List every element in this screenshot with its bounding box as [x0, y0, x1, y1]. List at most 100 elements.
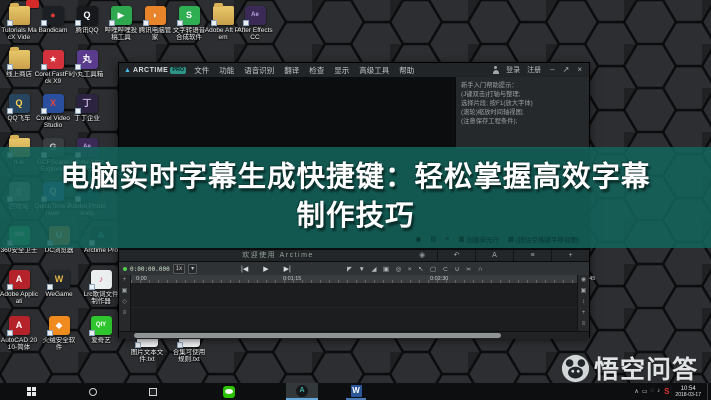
hint-item: ▦(按住空格键平移视图) — [508, 234, 579, 244]
word-icon: W — [351, 385, 362, 397]
brand-name: ARCTIME — [133, 67, 168, 74]
tool-icon[interactable]: × — [408, 266, 412, 273]
icon-glyph: ★ — [49, 55, 57, 64]
zoom-tool-icon[interactable]: ≡ — [582, 319, 586, 330]
scrollbar-thumb[interactable] — [134, 333, 501, 338]
menu-item-文件[interactable]: 文件 — [193, 65, 210, 76]
tool-icon[interactable]: ◎ — [396, 265, 402, 273]
speed-caret-icon[interactable]: ▾ — [188, 264, 197, 274]
menu-item-语音识别[interactable]: 语音识别 — [243, 65, 275, 76]
register-button[interactable]: 注册 — [527, 65, 541, 75]
desktop-icon[interactable]: AeAfter Effects CC — [236, 6, 274, 41]
desktop-icon[interactable]: ◆火绒安全软件 — [40, 316, 78, 351]
cortana-search-button[interactable] — [87, 383, 99, 400]
zoom-tool-icon[interactable]: ▣ — [581, 286, 587, 297]
menu-item-帮助[interactable]: 帮助 — [398, 65, 415, 76]
tray-icon[interactable]: ▭ — [642, 388, 648, 395]
word-taskbar-button[interactable]: W — [346, 383, 366, 400]
prev-frame-button[interactable]: |◀ — [241, 265, 248, 273]
timeline-ruler[interactable]: 0:000:01:150:02:300:03:45 — [131, 275, 577, 283]
timeline-tracks[interactable] — [131, 283, 577, 331]
ruler-label: 0:01:15 — [283, 275, 301, 283]
desktop-screen: Tutorials MacX Vide●BandicamQ腾讯QQ▶哔哩哔哩投稿… — [0, 0, 711, 400]
zoom-tool-icon[interactable]: + — [582, 308, 586, 319]
tool-icon[interactable]: ∪ — [455, 265, 460, 273]
maximize-button[interactable]: ↗ — [561, 66, 572, 74]
tool-icon[interactable]: ▼ — [359, 266, 365, 273]
pro-badge: PRO — [170, 67, 186, 74]
tool-icon[interactable]: ◢ — [371, 265, 376, 273]
desktop-icon[interactable]: 丸小丸工具箱 — [68, 50, 106, 78]
tray-icon[interactable]: ◌ — [651, 388, 655, 395]
desktop-icon[interactable]: QQQ飞车 — [0, 94, 38, 122]
desktop-icon[interactable]: XCorel VideoStudio — [34, 94, 72, 129]
icon-glyph: ◆ — [56, 321, 63, 330]
menu-item-翻译[interactable]: 翻译 — [283, 65, 300, 76]
app-icon: X — [43, 94, 64, 113]
desktop-icon[interactable]: ●Bandicam — [34, 6, 72, 34]
desktop-icon[interactable]: ♪Lrc歌词文件制作器 — [82, 270, 120, 305]
task-view-button[interactable] — [147, 383, 159, 400]
desktop-icon[interactable]: 线上商店 — [0, 50, 38, 78]
user-icon[interactable] — [492, 66, 499, 74]
arctime-taskbar-button[interactable]: A — [286, 383, 318, 400]
folder-icon — [213, 6, 234, 25]
wechat-taskbar-button[interactable] — [221, 383, 237, 400]
play-button[interactable]: ▶ — [263, 265, 268, 273]
zoom-tool-icon[interactable]: ↕ — [582, 297, 585, 308]
tool-icon[interactable]: ↖ — [418, 265, 423, 273]
right-tool-strip: ◉▣↕+≡ — [577, 275, 589, 331]
desktop-icon[interactable]: ★Corel FastFlick X9 — [34, 50, 72, 85]
minimize-button[interactable]: – — [548, 66, 556, 74]
close-button[interactable]: × — [575, 66, 584, 74]
tool-icon[interactable]: ∩ — [478, 266, 483, 273]
menu-item-功能[interactable]: 功能 — [218, 65, 235, 76]
tray-icon[interactable]: ∧ — [634, 388, 638, 395]
speed-select[interactable]: 1x — [173, 264, 185, 274]
desktop-icon[interactable]: Q腾讯QQ — [68, 6, 106, 34]
icon-glyph: 丸 — [82, 55, 91, 64]
tool-icon[interactable]: ▣ — [383, 265, 389, 273]
record-dot-icon — [123, 267, 127, 271]
menu-item-检查[interactable]: 检查 — [308, 65, 325, 76]
tool-icon[interactable]: ≍ — [466, 265, 471, 273]
app-icon: 丁 — [77, 94, 98, 113]
desktop-icon-label: 爱奇艺 — [82, 337, 120, 344]
desktop-icon[interactable]: AAdobe Applicati — [0, 270, 38, 305]
tray-clock[interactable]: 10:54 2018-03-17 — [673, 386, 703, 398]
track-tool-icon[interactable]: ◇ — [122, 297, 127, 308]
desktop-icon[interactable]: S文字转语音合成软件 — [170, 6, 208, 41]
track-tool-icon[interactable]: + — [123, 275, 127, 286]
desktop-icon[interactable]: Tutorials MacX Vide — [0, 6, 38, 41]
toolbar: 0:00:00.000 1x ▾ |◀▶▶| ◤▼◢▣◎×↖▢⊂∪≍∩ — [119, 261, 589, 275]
desktop-icon-label: 合集可使用规则.txt — [170, 349, 208, 363]
login-button[interactable]: 登录 — [506, 65, 520, 75]
tray-icon[interactable]: ♪ — [657, 388, 660, 395]
ime-icon[interactable]: S — [664, 387, 669, 396]
track-tool-icon[interactable]: ≡ — [123, 308, 127, 319]
tool-icon[interactable]: ▢ — [430, 265, 436, 273]
desktop-icon[interactable]: AAutoCAD 2010-简体 — [0, 316, 38, 351]
quickstart-line: (注意保存工程条件); — [461, 117, 584, 126]
show-desktop-button[interactable] — [707, 383, 711, 400]
icon-glyph: ● — [50, 11, 55, 20]
tool-icon[interactable]: ◤ — [347, 265, 352, 273]
menu-item-高级工具[interactable]: 高级工具 — [358, 65, 390, 76]
icon-glyph: W — [55, 275, 64, 284]
zoom-tool-icon[interactable]: ◉ — [581, 275, 586, 286]
start-button[interactable] — [24, 383, 38, 400]
desktop-icon[interactable]: 丁丁丁企业 — [68, 94, 106, 122]
desktop-icon[interactable]: QIY爱奇艺 — [82, 316, 120, 344]
icon-glyph: A — [16, 275, 23, 284]
app-icon: ◆ — [49, 316, 70, 335]
desktop-icon[interactable]: ◗腾讯电脑管家 — [136, 6, 174, 41]
horizontal-scrollbar[interactable] — [119, 331, 589, 339]
next-frame-button[interactable]: ▶| — [284, 265, 291, 273]
tool-icon[interactable]: ⊂ — [443, 265, 448, 273]
task-view-icon — [149, 388, 157, 396]
track-tool-icon[interactable]: ▣ — [122, 286, 128, 297]
app-icon: A — [9, 316, 30, 335]
desktop-icon[interactable]: WWeGame — [40, 270, 78, 298]
menu-item-显示[interactable]: 显示 — [333, 65, 350, 76]
desktop-icon[interactable]: ▶哔哩哔哩投稿工具 — [102, 6, 140, 41]
